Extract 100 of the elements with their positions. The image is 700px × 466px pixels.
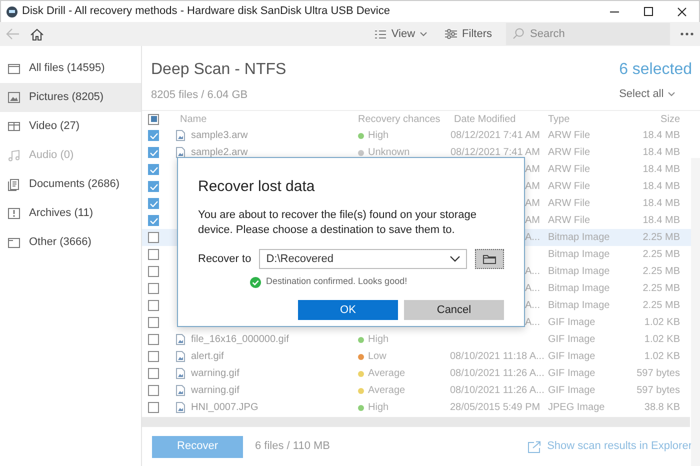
recovery-chance: Low xyxy=(368,350,386,364)
file-type: ARW File xyxy=(548,215,590,226)
row-checkbox[interactable] xyxy=(148,164,159,175)
file-size: 1.02 KB xyxy=(644,317,680,328)
file-size: 2.25 MB xyxy=(642,232,680,243)
file-name: sample2.arw xyxy=(191,146,248,160)
folder-icon xyxy=(482,254,496,264)
scan-summary: 8205 files / 6.04 GB xyxy=(151,88,249,103)
file-type: GIF Image xyxy=(548,351,596,362)
file-size: 38.8 KB xyxy=(644,402,680,413)
file-type: ARW File xyxy=(548,164,590,175)
success-check-icon xyxy=(250,276,261,288)
row-checkbox[interactable] xyxy=(148,130,159,141)
file-name: warning.gif xyxy=(191,384,240,398)
folder-icon xyxy=(8,62,20,74)
file-icon xyxy=(176,402,185,413)
search-icon xyxy=(513,28,524,39)
dialog-title: Recover lost data xyxy=(198,177,316,197)
file-icon xyxy=(176,130,185,141)
row-checkbox[interactable] xyxy=(148,300,159,311)
film-icon xyxy=(8,120,20,132)
file-name: HNI_0007.JPG xyxy=(191,401,258,415)
file-name: alert.gif xyxy=(191,350,224,364)
sidebar-item[interactable]: Archives (11) xyxy=(0,199,141,228)
file-type: ARW File xyxy=(548,130,590,141)
file-type: Bitmap Image xyxy=(548,266,610,277)
destination-label: Recover to xyxy=(198,252,252,268)
file-type: Bitmap Image xyxy=(548,249,610,260)
close-icon xyxy=(676,6,688,16)
check-icon xyxy=(150,132,158,138)
filters-button[interactable]: Filters xyxy=(441,26,496,42)
select-all-dropdown[interactable]: Select all xyxy=(619,86,675,102)
sidebar-item[interactable]: Video (27) xyxy=(0,112,141,141)
app-logo-icon xyxy=(6,4,18,18)
file-type: Bitmap Image xyxy=(548,232,610,243)
file-name: warning.gif xyxy=(191,367,240,381)
more-icon[interactable] xyxy=(680,32,694,36)
external-link-icon xyxy=(528,440,542,452)
select-all-checkbox[interactable] xyxy=(148,114,159,124)
date-modified: 08/10/2021 11:26 A... xyxy=(450,385,544,396)
file-type: GIF Image xyxy=(548,334,596,345)
date-modified: A... xyxy=(524,283,540,294)
ok-button[interactable]: OK xyxy=(298,300,398,320)
browse-folder-button[interactable] xyxy=(474,249,504,270)
check-icon xyxy=(150,184,158,190)
date-modified: A... xyxy=(524,232,540,243)
check-icon xyxy=(150,150,158,156)
sidebar-item[interactable]: Other (3666) xyxy=(0,228,141,257)
file-size: 597 bytes xyxy=(636,368,680,379)
folder-icon xyxy=(8,236,20,248)
row-checkbox[interactable] xyxy=(148,147,159,158)
row-checkbox[interactable] xyxy=(148,368,159,379)
sidebar-item[interactable]: All files (14595) xyxy=(0,54,141,83)
view-button[interactable]: View xyxy=(371,26,432,42)
file-type: GIF Image xyxy=(548,368,596,379)
file-size: 2.25 MB xyxy=(642,266,680,277)
file-type: GIF Image xyxy=(548,385,596,396)
home-icon[interactable] xyxy=(30,28,44,40)
date-modified: A... xyxy=(524,317,540,328)
row-checkbox[interactable] xyxy=(148,232,159,243)
row-checkbox[interactable] xyxy=(148,317,159,328)
check-icon xyxy=(150,166,158,172)
date-modified: 28/05/2015 5:49 PM xyxy=(450,402,540,413)
row-checkbox[interactable] xyxy=(148,283,159,294)
row-checkbox[interactable] xyxy=(148,385,159,396)
row-checkbox[interactable] xyxy=(148,198,159,209)
horizontal-scrollbar[interactable] xyxy=(142,417,690,427)
destination-dropdown[interactable]: D:\Recovered xyxy=(259,249,467,270)
file-icon xyxy=(176,351,185,362)
date-modified: A... xyxy=(524,266,540,277)
row-checkbox[interactable] xyxy=(148,402,159,413)
date-modified: AM xyxy=(525,198,540,209)
check-icon xyxy=(150,200,158,206)
date-modified: 08/10/2021 11:18 A... xyxy=(450,351,544,362)
row-checkbox[interactable] xyxy=(148,351,159,362)
date-modified: AM xyxy=(525,181,540,192)
recovery-chance: Average xyxy=(368,367,406,381)
file-size: 18.4 MB xyxy=(642,164,680,175)
confirmation-message: Destination confirmed. Looks good! xyxy=(266,275,408,288)
file-type: Bitmap Image xyxy=(548,300,610,311)
file-size: 2.25 MB xyxy=(642,300,680,311)
file-size: 18.4 MB xyxy=(642,181,680,192)
row-checkbox[interactable] xyxy=(148,266,159,277)
cancel-button[interactable]: Cancel xyxy=(404,300,504,320)
row-checkbox[interactable] xyxy=(148,249,159,260)
file-size: 2.25 MB xyxy=(642,283,680,294)
file-size: 1.02 KB xyxy=(644,334,680,345)
caret-icon xyxy=(420,32,428,36)
scan-title: Deep Scan - NTFS xyxy=(151,60,286,80)
file-size: 597 bytes xyxy=(636,385,680,396)
row-checkbox[interactable] xyxy=(148,334,159,345)
sidebar-item[interactable]: Pictures (8205) xyxy=(0,83,141,112)
file-type: GIF Image xyxy=(548,317,596,328)
file-icon xyxy=(176,334,185,345)
file-size: 18.4 MB xyxy=(642,130,680,141)
row-checkbox[interactable] xyxy=(148,181,159,192)
search-field[interactable]: Search xyxy=(506,23,670,45)
sidebar-item[interactable]: Documents (2686) xyxy=(0,170,141,199)
file-type: JPEG Image xyxy=(548,402,605,413)
row-checkbox[interactable] xyxy=(148,215,159,226)
